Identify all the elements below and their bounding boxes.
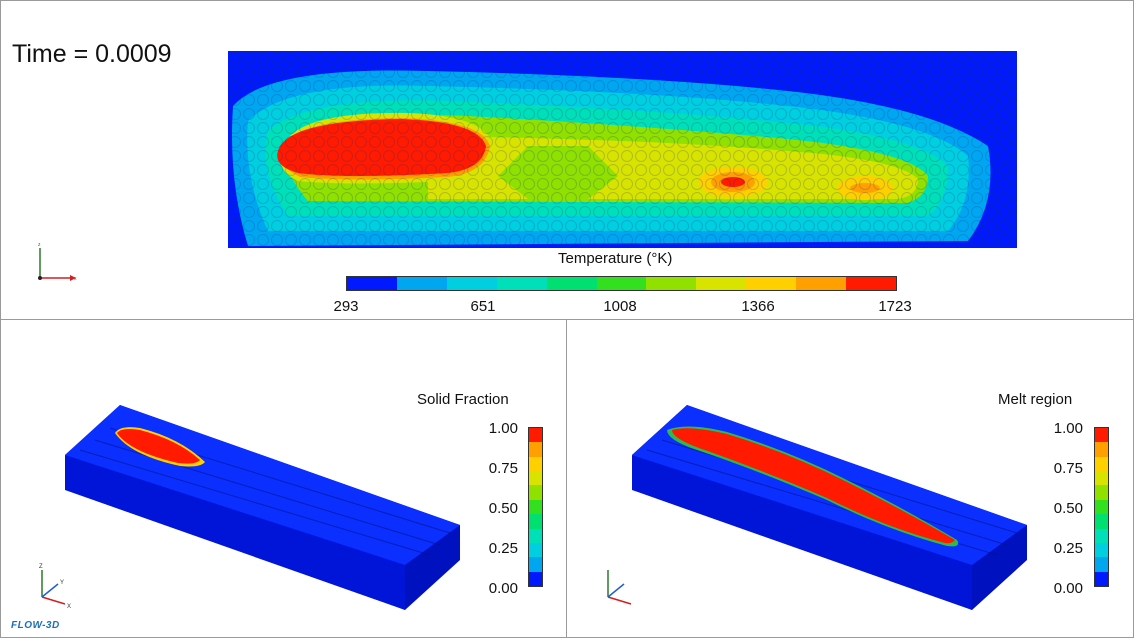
colorbar-segment xyxy=(1095,471,1108,486)
time-label: Time = 0.0009 xyxy=(12,40,172,68)
axis-x-label: X xyxy=(67,604,71,610)
axis-triad-icon: Z Y X xyxy=(39,564,71,610)
colorbar-segment xyxy=(396,277,447,290)
solid-fraction-title: Solid Fraction xyxy=(417,391,509,408)
colorbar-segment xyxy=(596,277,647,290)
temperature-tick: 651 xyxy=(470,298,496,315)
colorbar-segment xyxy=(696,277,747,290)
colorbar-segment xyxy=(529,428,542,443)
temperature-tick: 1008 xyxy=(603,298,637,315)
colorbar-segment xyxy=(746,277,797,290)
axis-z-label: Z xyxy=(39,564,43,570)
colorbar-segment xyxy=(1095,442,1108,457)
solid-fraction-tick: 1.00 xyxy=(488,420,518,437)
temperature-title: Temperature (°K) xyxy=(558,250,673,267)
colorbar-segment xyxy=(529,514,542,529)
colorbar-segment xyxy=(529,442,542,457)
colorbar-segment xyxy=(529,485,542,500)
temperature-tick: 293 xyxy=(333,298,359,315)
solid-fraction-3d-view[interactable] xyxy=(60,400,460,610)
solid-fraction-colorbar xyxy=(528,427,543,587)
melt-region-tick: 0.00 xyxy=(1053,580,1083,597)
colorbar-segment xyxy=(1095,456,1108,472)
colorbar-segment xyxy=(529,528,542,543)
melt-region-tick: 1.00 xyxy=(1053,420,1083,437)
melt-region-tick: 0.75 xyxy=(1053,460,1083,477)
solid-fraction-tick: 0.50 xyxy=(488,500,518,517)
colorbar-segment xyxy=(1095,428,1108,443)
colorbar-segment xyxy=(846,277,896,290)
vertical-divider xyxy=(566,319,567,638)
colorbar-segment xyxy=(496,277,547,290)
axis-z-label: z xyxy=(38,242,41,248)
axis-triad-icon: z x xyxy=(38,242,77,282)
temperature-tick: 1366 xyxy=(741,298,775,315)
colorbar-segment xyxy=(529,557,542,572)
flow3d-logo: FLOW-3D xyxy=(11,620,60,631)
colorbar-segment xyxy=(1095,514,1108,529)
temperature-colorbar xyxy=(346,276,897,291)
axis-y-label: Y xyxy=(60,580,64,586)
colorbar-segment xyxy=(446,277,497,290)
temperature-tick: 1723 xyxy=(878,298,912,315)
colorbar-segment xyxy=(796,277,847,290)
melt-region-3d-view[interactable] xyxy=(627,400,1027,610)
axis-x-label: x xyxy=(74,276,77,282)
solid-fraction-tick: 0.00 xyxy=(488,580,518,597)
colorbar-segment xyxy=(1095,571,1108,586)
melt-region-tick: 0.25 xyxy=(1053,540,1083,557)
colorbar-segment xyxy=(1095,528,1108,543)
colorbar-segment xyxy=(646,277,697,290)
horizontal-divider xyxy=(0,319,1134,320)
colorbar-segment xyxy=(529,456,542,472)
melt-region-title: Melt region xyxy=(998,391,1073,408)
colorbar-segment xyxy=(1095,542,1108,558)
temperature-plot[interactable] xyxy=(228,51,1017,248)
colorbar-segment xyxy=(1095,499,1108,515)
colorbar-segment xyxy=(1095,557,1108,572)
colorbar-segment xyxy=(529,571,542,586)
solid-fraction-tick: 0.25 xyxy=(488,540,518,557)
axis-triad-icon xyxy=(607,570,632,605)
colorbar-segment xyxy=(529,542,542,558)
colorbar-segment xyxy=(1095,485,1108,500)
colorbar-segment xyxy=(347,277,397,290)
melt-region-colorbar xyxy=(1094,427,1109,587)
colorbar-segment xyxy=(529,499,542,515)
colorbar-segment xyxy=(529,471,542,486)
melt-region-tick: 0.50 xyxy=(1053,500,1083,517)
solid-fraction-tick: 0.75 xyxy=(488,460,518,477)
colorbar-segment xyxy=(546,277,597,290)
